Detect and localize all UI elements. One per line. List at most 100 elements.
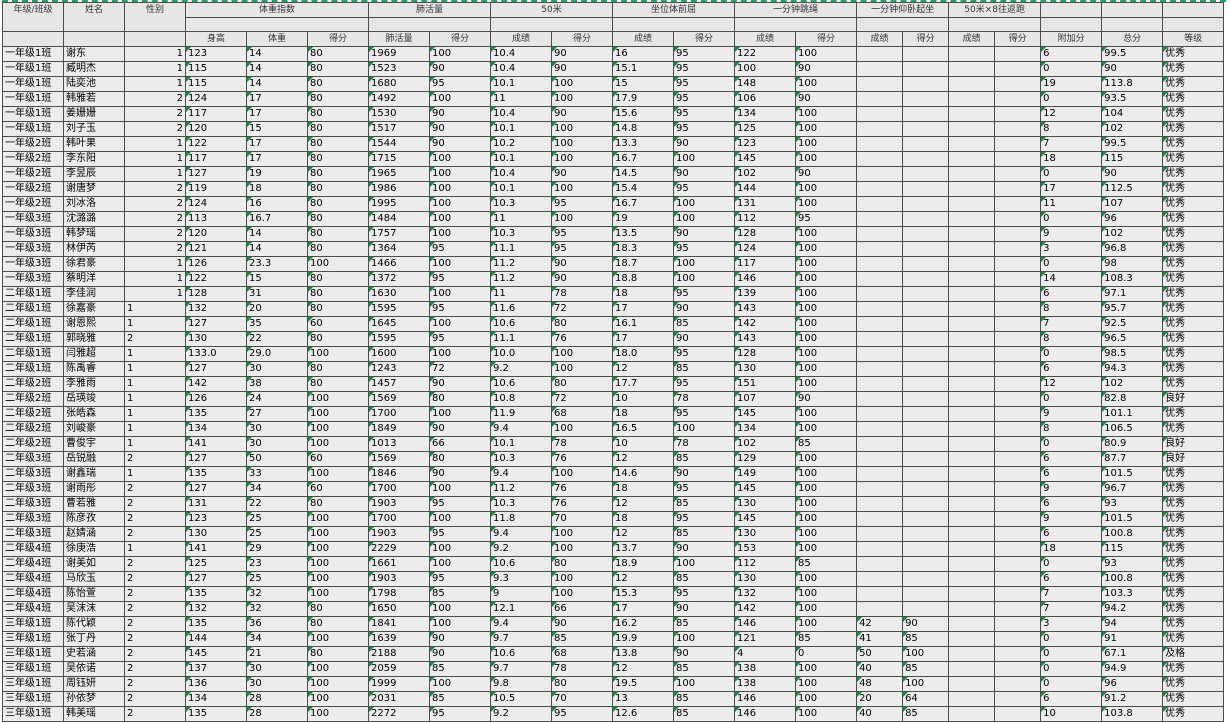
cell-situp-result[interactable] <box>856 451 904 467</box>
cell-class[interactable]: 二年级2班 <box>2 376 64 392</box>
cell-situp-score[interactable] <box>902 181 950 197</box>
cell-situp-result[interactable] <box>856 601 904 617</box>
cell-run-score[interactable]: 100 <box>551 91 614 107</box>
cell-lung-score[interactable]: 100 <box>428 46 492 62</box>
header-empty-cell[interactable] <box>124 31 186 47</box>
header-total[interactable]: 总分 <box>1101 31 1164 47</box>
cell-situp-result[interactable] <box>856 511 904 527</box>
cell-weight[interactable]: 29.0 <box>246 346 308 362</box>
cell-height[interactable]: 135 <box>185 586 247 602</box>
cell-situp-result[interactable] <box>856 571 904 587</box>
header-level[interactable]: 等级 <box>1162 31 1225 47</box>
cell-shuttle-result[interactable] <box>948 676 996 692</box>
cell-lung-value[interactable]: 1846 <box>368 466 430 482</box>
cell-shuttle-score[interactable] <box>994 151 1042 167</box>
cell-shuttle-result[interactable] <box>948 451 996 467</box>
cell-situp-result[interactable] <box>856 556 904 572</box>
cell-bmi-score[interactable]: 100 <box>307 631 369 647</box>
cell-rope-result[interactable]: 144 <box>734 181 797 197</box>
cell-lung-score[interactable]: 100 <box>428 256 492 272</box>
header-empty-cell[interactable] <box>490 17 614 32</box>
header-rope-score[interactable]: 得分 <box>795 31 858 47</box>
cell-run-score[interactable]: 100 <box>551 136 614 152</box>
cell-lung-score[interactable]: 72 <box>428 361 492 377</box>
cell-run-score[interactable]: 95 <box>551 226 614 242</box>
cell-total[interactable]: 103.8 <box>1101 706 1164 722</box>
cell-lung-score[interactable]: 100 <box>428 616 492 632</box>
cell-rope-result[interactable]: 146 <box>734 271 797 287</box>
cell-bonus[interactable]: 0 <box>1040 646 1103 662</box>
cell-shuttle-score[interactable] <box>994 601 1042 617</box>
cell-rope-result[interactable]: 148 <box>734 76 797 92</box>
cell-weight[interactable]: 50 <box>246 451 308 467</box>
cell-situp-score[interactable] <box>902 331 950 347</box>
cell-rope-result[interactable]: 132 <box>734 586 797 602</box>
cell-sit-result[interactable]: 15.1 <box>612 61 675 77</box>
cell-shuttle-score[interactable] <box>994 676 1042 692</box>
cell-bonus[interactable]: 9 <box>1040 226 1103 242</box>
cell-lung-value[interactable]: 1903 <box>368 571 430 587</box>
cell-bonus[interactable]: 0 <box>1040 166 1103 182</box>
cell-lung-score[interactable]: 90 <box>428 376 492 392</box>
cell-shuttle-result[interactable] <box>948 166 996 182</box>
cell-rope-score[interactable]: 100 <box>795 121 858 137</box>
cell-rope-result[interactable]: 4 <box>734 646 797 662</box>
cell-sit-score[interactable]: 85 <box>673 526 736 542</box>
cell-situp-result[interactable] <box>856 181 904 197</box>
cell-name[interactable]: 徐嘉豪 <box>63 301 125 317</box>
cell-run-result[interactable]: 10.5 <box>490 691 553 707</box>
cell-sit-score[interactable]: 95 <box>673 61 736 77</box>
cell-rope-result[interactable]: 122 <box>734 46 797 62</box>
cell-run-score[interactable]: 90 <box>551 61 614 77</box>
cell-name[interactable]: 刘子玉 <box>63 121 125 137</box>
cell-level[interactable]: 优秀 <box>1162 256 1225 272</box>
cell-rope-score[interactable]: 100 <box>795 466 858 482</box>
cell-bonus[interactable]: 9 <box>1040 481 1103 497</box>
cell-situp-score[interactable]: 100 <box>902 646 950 662</box>
header-group-sit-reach[interactable]: 坐位体前屈 <box>612 2 736 18</box>
cell-level[interactable]: 优秀 <box>1162 61 1225 77</box>
cell-sit-score[interactable]: 90 <box>673 541 736 557</box>
cell-level[interactable]: 优秀 <box>1162 706 1225 722</box>
cell-situp-score[interactable] <box>902 61 950 77</box>
cell-lung-score[interactable]: 100 <box>428 166 492 182</box>
cell-sit-score[interactable]: 95 <box>673 376 736 392</box>
cell-sex[interactable]: 2 <box>124 631 186 647</box>
cell-class[interactable]: 三年级1班 <box>2 631 64 647</box>
cell-rope-score[interactable]: 100 <box>795 226 858 242</box>
cell-shuttle-result[interactable] <box>948 61 996 77</box>
cell-rope-score[interactable]: 100 <box>795 676 858 692</box>
cell-lung-score[interactable]: 100 <box>428 601 492 617</box>
cell-shuttle-score[interactable] <box>994 211 1042 227</box>
cell-situp-score[interactable] <box>902 226 950 242</box>
cell-situp-result[interactable] <box>856 586 904 602</box>
cell-sit-result[interactable]: 16.7 <box>612 151 675 167</box>
cell-bonus[interactable]: 7 <box>1040 136 1103 152</box>
cell-bmi-score[interactable]: 80 <box>307 121 369 137</box>
cell-situp-result[interactable]: 40 <box>856 706 904 722</box>
cell-level[interactable]: 优秀 <box>1162 586 1225 602</box>
cell-rope-score[interactable]: 100 <box>795 691 858 707</box>
cell-total[interactable]: 93 <box>1101 496 1164 512</box>
cell-run-result[interactable]: 9 <box>490 586 553 602</box>
cell-situp-result[interactable] <box>856 541 904 557</box>
cell-rope-result[interactable]: 102 <box>734 436 797 452</box>
cell-bonus[interactable]: 10 <box>1040 706 1103 722</box>
cell-shuttle-score[interactable] <box>994 46 1042 62</box>
cell-class[interactable]: 二年级1班 <box>2 301 64 317</box>
cell-sex[interactable]: 1 <box>124 61 186 77</box>
cell-run-result[interactable]: 10.3 <box>490 196 553 212</box>
cell-rope-result[interactable]: 134 <box>734 106 797 122</box>
cell-level[interactable]: 优秀 <box>1162 91 1225 107</box>
cell-level[interactable]: 优秀 <box>1162 106 1225 122</box>
cell-height[interactable]: 133.0 <box>185 346 247 362</box>
cell-total[interactable]: 90 <box>1101 166 1164 182</box>
cell-sex[interactable]: 2 <box>124 511 186 527</box>
cell-weight[interactable]: 17 <box>246 151 308 167</box>
cell-name[interactable]: 谢鑫瑞 <box>63 466 125 482</box>
cell-rope-score[interactable]: 85 <box>795 556 858 572</box>
cell-sit-result[interactable]: 12 <box>612 451 675 467</box>
cell-sit-score[interactable]: 78 <box>673 436 736 452</box>
cell-rope-result[interactable]: 146 <box>734 706 797 722</box>
cell-run-result[interactable]: 10.1 <box>490 121 553 137</box>
